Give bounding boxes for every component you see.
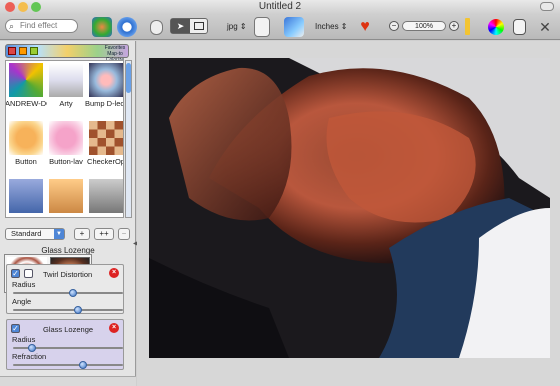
tool-segmented-control: ➤: [170, 18, 208, 34]
effect-label: CheckerOp: [87, 157, 124, 166]
close-window-button[interactable]: [5, 2, 15, 12]
category-red-icon[interactable]: [8, 47, 16, 55]
preset-value: Standard: [11, 229, 42, 238]
category-green-icon[interactable]: [30, 47, 38, 55]
effect-layer-selected: ✓ Glass Lozenge × Radius Refraction: [6, 319, 124, 370]
title-bar: Untitled 2: [0, 0, 560, 14]
toolbar: ⌕ Find effect ➤ jpg ⇕ Inches ⇕ ♥ − 100% …: [0, 14, 560, 40]
minimize-window-button[interactable]: [18, 2, 28, 12]
zoom-value: 100%: [415, 23, 433, 30]
zoom-window-button[interactable]: [31, 2, 41, 12]
effect-tile[interactable]: [6, 177, 46, 217]
refresh-icon[interactable]: [117, 17, 137, 37]
window-controls: [5, 2, 41, 12]
sidebar-bottom-bar: [0, 376, 136, 386]
remove-effect-button[interactable]: −: [118, 228, 130, 240]
edited-image[interactable]: [149, 58, 550, 358]
effect-label: Button: [15, 157, 37, 166]
film-strip-icon[interactable]: [254, 17, 270, 37]
slider-knob[interactable]: [79, 361, 88, 369]
dimensions-icon[interactable]: [284, 17, 304, 37]
effect-thumbnail: [49, 63, 83, 97]
search-icon: ⌕: [9, 21, 15, 31]
effect-tile[interactable]: Button-lav: [46, 119, 86, 175]
param-label: Angle: [12, 297, 32, 306]
selection-tool-icon[interactable]: [194, 22, 204, 30]
radius-slider[interactable]: [13, 344, 123, 352]
distorted-photo: [149, 58, 550, 358]
pointer-tool-icon[interactable]: ➤: [171, 19, 190, 33]
slider-knob[interactable]: [69, 289, 78, 297]
preset-select[interactable]: Standard ▼: [5, 228, 65, 240]
effect-thumbnail: [89, 121, 123, 155]
effect-label: Button-lav: [49, 157, 83, 166]
zoom-in-icon[interactable]: +: [449, 21, 459, 31]
zoom-field[interactable]: 100%: [402, 21, 446, 31]
effect-layer: ✓ Twirl Distortion × Radius Angle: [6, 264, 124, 314]
effect-thumbnail: [9, 121, 43, 155]
effect-label: Bump D-leop: [85, 99, 123, 108]
param-label: Radius: [12, 280, 36, 289]
refraction-slider[interactable]: [13, 361, 123, 369]
search-placeholder: Find effect: [20, 21, 58, 30]
effects-scrollbar[interactable]: [125, 60, 132, 218]
remove-layer-button[interactable]: ×: [109, 323, 119, 333]
chevron-down-icon: ▼: [54, 229, 64, 239]
layer-option-checkbox[interactable]: [24, 269, 33, 278]
color-wheel-icon[interactable]: [488, 19, 504, 35]
add-effect-button[interactable]: +: [74, 228, 90, 240]
effect-label: ANDREW-DC: [5, 99, 47, 108]
slider-knob[interactable]: [28, 344, 37, 352]
tools-icon[interactable]: ✕: [535, 18, 555, 38]
effects-sidebar: Favorites Map-to Colorize ANDREW-DC Arty…: [0, 41, 138, 386]
effect-category-tabs[interactable]: Favorites Map-to Colorize: [5, 44, 129, 63]
param-label: Radius: [12, 335, 36, 344]
effects-browser-icon[interactable]: [92, 17, 112, 37]
effect-label: Arty: [59, 99, 73, 108]
effect-tile[interactable]: [86, 177, 123, 217]
window-title: Untitled 2: [258, 1, 302, 12]
heart-add-icon[interactable]: ♥: [355, 17, 375, 37]
zoom-out-icon[interactable]: −: [389, 21, 399, 31]
effect-thumbnail: [9, 63, 43, 97]
slider-knob[interactable]: [74, 306, 83, 314]
mouse-icon[interactable]: [150, 20, 163, 35]
effect-thumbnail: [49, 179, 83, 213]
inspector-icon[interactable]: [513, 19, 526, 35]
category-orange-icon[interactable]: [19, 47, 27, 55]
scroll-thumb[interactable]: [126, 63, 131, 93]
angle-slider[interactable]: [13, 306, 123, 314]
ruler-icon[interactable]: [465, 18, 470, 35]
layer-enabled-checkbox[interactable]: ✓: [11, 269, 20, 278]
effect-tile[interactable]: CheckerOp: [86, 119, 124, 175]
effect-thumbnail: [89, 179, 123, 213]
layer-name: Twirl Distortion: [43, 270, 93, 279]
effect-tile[interactable]: ANDREW-DC: [5, 61, 47, 117]
units-value: Inches: [315, 22, 339, 31]
toolbar-toggle-button[interactable]: [540, 2, 554, 11]
canvas-area: [137, 41, 560, 386]
effect-tile[interactable]: Arty: [46, 61, 86, 117]
layer-name: Glass Lozenge: [43, 325, 94, 334]
effect-thumbnail: [89, 63, 123, 97]
effect-tile[interactable]: [46, 177, 86, 217]
radius-slider[interactable]: [13, 289, 123, 297]
effect-thumbnail: [49, 121, 83, 155]
search-input[interactable]: ⌕ Find effect: [5, 19, 78, 33]
format-select[interactable]: jpg ⇕: [227, 22, 247, 31]
remove-layer-button[interactable]: ×: [109, 268, 119, 278]
units-select[interactable]: Inches ⇕: [315, 22, 348, 31]
add-effect-layer-button[interactable]: ++: [94, 228, 114, 240]
effect-tile[interactable]: Bump D-leop: [85, 61, 123, 117]
layer-enabled-checkbox[interactable]: ✓: [11, 324, 20, 333]
param-label: Refraction: [12, 352, 47, 361]
format-value: jpg: [227, 22, 238, 31]
effect-thumbnail: [9, 179, 43, 213]
effects-grid: ANDREW-DC Arty Bump D-leop Button Button…: [5, 60, 124, 218]
effect-tile[interactable]: Button: [6, 119, 46, 175]
